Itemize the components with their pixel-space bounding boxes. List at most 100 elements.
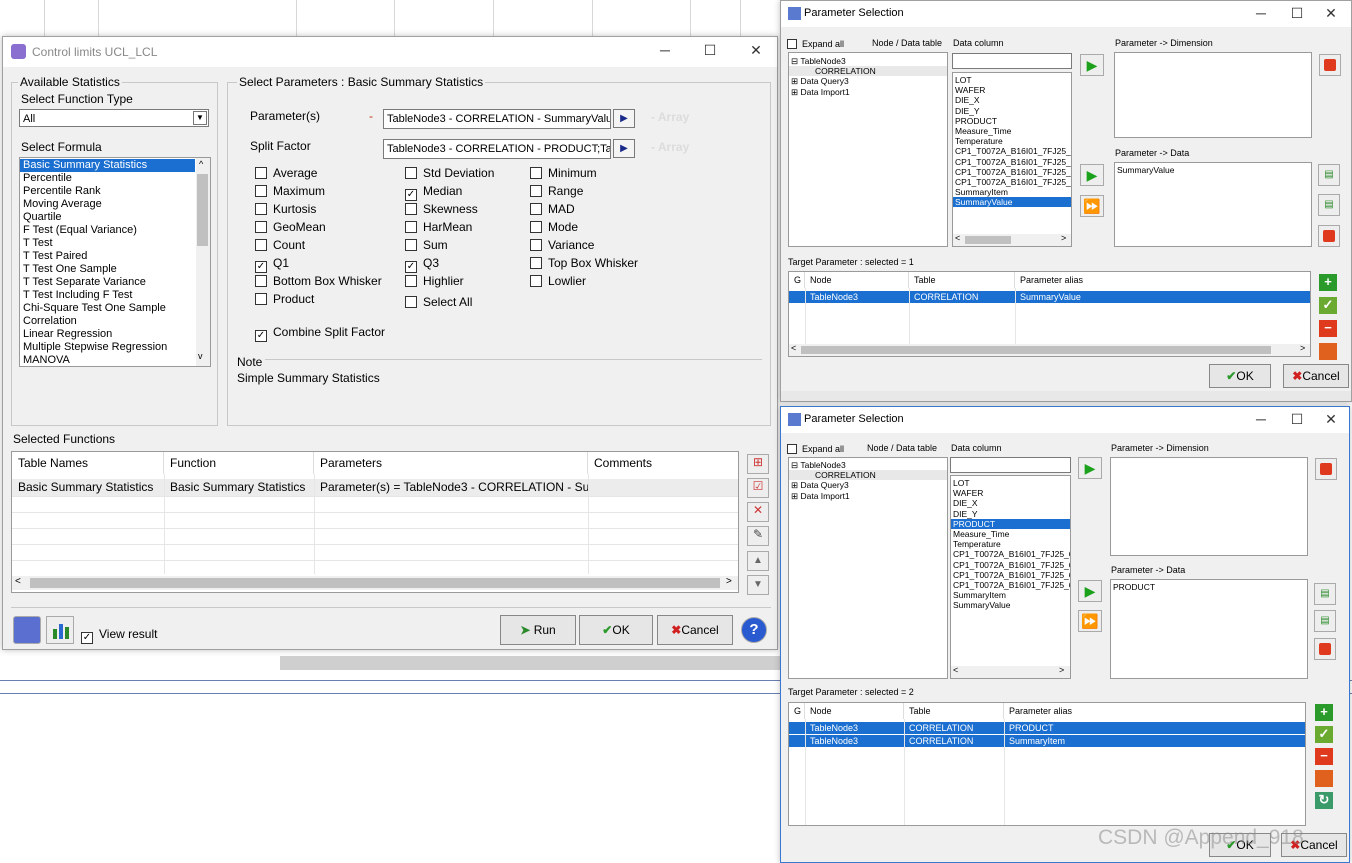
move-icon[interactable]: ▤ [1318, 194, 1340, 216]
column-header[interactable]: G [789, 272, 805, 288]
move-icon[interactable]: ▤ [1314, 610, 1336, 632]
clear-rows-icon[interactable] [1319, 343, 1337, 360]
move-up-icon[interactable]: ▲ [747, 551, 769, 571]
add-all-data-button[interactable]: ⏩ [1080, 195, 1104, 217]
tree-node[interactable]: ⊞ Data Query3 [789, 76, 947, 86]
tree-node[interactable]: CORRELATION [789, 66, 947, 77]
formula-list-item[interactable]: Chi-Square Test One Sample [20, 302, 195, 315]
formula-list-item[interactable]: Correlation [20, 315, 195, 328]
statistic-checkbox[interactable]: MAD [530, 202, 575, 218]
column-filter-input[interactable] [950, 457, 1071, 473]
minimize-button[interactable]: ─ [655, 42, 675, 58]
formula-list-item[interactable]: Percentile [20, 172, 195, 185]
chevron-left-icon[interactable]: < [15, 576, 21, 587]
statistic-checkbox[interactable]: Mode [530, 220, 578, 236]
statistic-checkbox[interactable]: Highlier [405, 274, 464, 290]
scroll-thumb[interactable] [801, 346, 1271, 354]
formula-list-item[interactable]: T Test Including F Test [20, 289, 195, 302]
tree-node[interactable]: ⊟ TableNode3 [789, 460, 947, 470]
dimension-list[interactable] [1114, 52, 1312, 138]
column-header[interactable]: Parameter alias [1004, 703, 1305, 719]
ok-button[interactable]: ✔OK [579, 615, 653, 645]
parameters-select-button[interactable]: ▶ [613, 109, 635, 128]
statistic-checkbox[interactable]: ✓ Q1 [255, 256, 289, 273]
split-factor-select-button[interactable]: ▶ [613, 139, 635, 158]
minimize-button[interactable]: ─ [1251, 5, 1271, 21]
statistic-checkbox[interactable]: Variance [530, 238, 594, 254]
formula-list-item[interactable]: T Test One Sample [20, 263, 195, 276]
maximize-button[interactable]: ☐ [1287, 411, 1307, 428]
data-column-item[interactable]: SummaryValue [953, 197, 1071, 208]
data-column-item[interactable]: WAFER [951, 488, 1070, 498]
list-item[interactable]: PRODUCT [1111, 582, 1307, 592]
cancel-button[interactable]: ✖Cancel [657, 615, 733, 645]
add-all-data-button[interactable]: ⏩ [1078, 610, 1102, 632]
formula-list-item[interactable]: Linear Regression [20, 328, 195, 341]
column-header[interactable]: Function [164, 452, 314, 474]
clear-rows-icon[interactable] [1315, 770, 1333, 787]
expand-all-checkbox[interactable]: Expand all [787, 442, 844, 458]
chevron-down-icon[interactable]: v [198, 351, 203, 361]
data-column-item[interactable]: CP1_T0072A_B16I01_7FJ25_6 [951, 560, 1070, 570]
combine-split-factor-checkbox[interactable]: ✓ Combine Split Factor [255, 325, 385, 342]
data-column-item[interactable]: LOT [951, 478, 1070, 488]
statistic-checkbox[interactable]: Average [255, 166, 317, 182]
edit-function-icon[interactable]: ☑ [747, 478, 769, 498]
add-function-icon[interactable]: ⊞ [747, 454, 769, 474]
chevron-left-icon[interactable]: < [955, 233, 960, 243]
data-column-item[interactable]: CP1_T0072A_B16I01_7FJ25_6 [951, 570, 1070, 580]
formula-list-item[interactable]: Percentile Rank [20, 185, 195, 198]
tree-node[interactable]: ⊞ Data Query3 [789, 480, 947, 490]
move-icon[interactable]: ▤ [1314, 583, 1336, 605]
data-column-item[interactable]: Temperature [953, 136, 1071, 146]
clear-icon[interactable]: ✎ [747, 526, 769, 546]
data-column-item[interactable]: SummaryItem [951, 590, 1070, 600]
formula-list-item[interactable]: T Test Paired [20, 250, 195, 263]
formula-list-item[interactable]: Basic Summary Statistics [20, 159, 195, 172]
data-column-item[interactable]: CP1_T0072A_B16I01_7FJ25_ [953, 167, 1071, 177]
table-row[interactable]: Basic Summary Statistics Basic Summary S… [12, 479, 738, 496]
target-parameter-grid[interactable]: G Node Table Parameter alias TableNode3 C… [788, 271, 1311, 357]
table-row[interactable]: TableNode3 CORRELATION SummaryValue [789, 291, 1310, 303]
chevron-down-icon[interactable]: ▼ [193, 111, 207, 125]
data-column-item[interactable]: CP1_T0072A_B16I01_7FJ25_ [953, 177, 1071, 187]
dimension-list[interactable] [1110, 457, 1308, 556]
statistic-checkbox[interactable]: Sum [405, 238, 448, 254]
scroll-thumb[interactable] [965, 236, 1011, 244]
formula-list-item[interactable]: T Test Separate Variance [20, 276, 195, 289]
data-column-item[interactable]: DIE_X [951, 498, 1070, 508]
data-column-list[interactable]: LOT WAFER DIE_X DIE_Y PRODUCT Measure_Time Tem… [950, 475, 1071, 679]
data-list[interactable]: PRODUCT [1110, 579, 1308, 679]
data-column-item[interactable]: CP1_T0072A_B16I01_7FJ25_6 [951, 580, 1070, 590]
delete-function-icon[interactable]: ✕ [747, 502, 769, 522]
chevron-right-icon[interactable]: > [1300, 343, 1305, 353]
data-column-item[interactable]: DIE_Y [953, 106, 1071, 116]
add-data-button[interactable]: ▶ [1080, 164, 1104, 186]
refresh-icon[interactable]: ↻ [1315, 792, 1333, 809]
column-header[interactable]: Node [805, 272, 909, 288]
column-header[interactable]: G [789, 703, 805, 719]
remove-data-icon[interactable] [1314, 638, 1336, 660]
table-hscrollbar[interactable]: < > [12, 576, 738, 590]
column-filter-input[interactable] [952, 53, 1072, 69]
data-column-item[interactable]: SummaryItem [953, 187, 1071, 197]
close-button[interactable]: ✕ [1321, 411, 1341, 428]
table-row[interactable]: TableNode3 CORRELATION SummaryItem [789, 735, 1305, 747]
column-header[interactable]: Table Names [12, 452, 164, 474]
tree-node[interactable]: ⊟ TableNode3 [789, 56, 947, 66]
close-button[interactable]: ✕ [1321, 5, 1341, 22]
chevron-left-icon[interactable]: < [953, 665, 958, 675]
tree-node[interactable]: ⊞ Data Import1 [789, 491, 947, 501]
column-header[interactable]: Parameters [314, 452, 588, 474]
minimize-button[interactable]: ─ [1251, 411, 1271, 427]
parameters-input[interactable]: TableNode3 - CORRELATION - SummaryValue [383, 109, 611, 129]
split-factor-input[interactable]: TableNode3 - CORRELATION - PRODUCT;Ta [383, 139, 611, 159]
data-column-list[interactable]: LOT WAFER DIE_X DIE_Y PRODUCT Measure_Time Tem… [952, 72, 1072, 247]
statistic-checkbox[interactable]: Kurtosis [255, 202, 316, 218]
function-type-select[interactable]: All ▼ [19, 109, 209, 127]
statistic-checkbox[interactable]: Count [255, 238, 305, 254]
statistic-checkbox[interactable]: ✓ Q3 [405, 256, 439, 273]
move-down-icon[interactable]: ▼ [747, 575, 769, 595]
expand-all-checkbox[interactable]: Expand all [787, 37, 844, 53]
statistic-checkbox[interactable]: Maximum [255, 184, 325, 200]
